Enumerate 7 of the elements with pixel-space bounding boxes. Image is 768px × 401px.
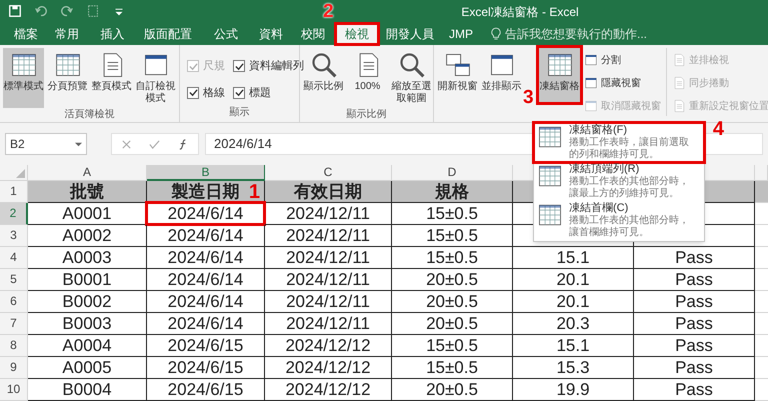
group-label: 活頁簿檢視 xyxy=(64,108,116,122)
window-title: Excel凍結窗格 - Excel xyxy=(460,4,580,21)
callout-number: 1 xyxy=(248,182,260,202)
callout-number: 3 xyxy=(523,88,534,107)
callout-number: 2 xyxy=(323,2,334,21)
group-label: 顯示比例 xyxy=(346,108,388,122)
group-label: 顯示 xyxy=(228,106,250,120)
